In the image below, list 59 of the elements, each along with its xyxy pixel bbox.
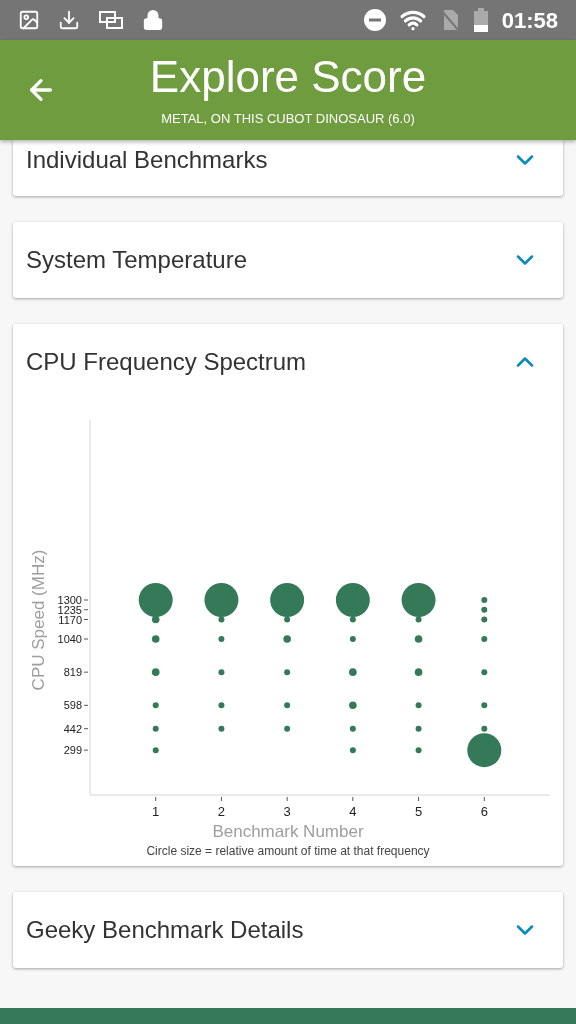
y-tick-label: 598 [63,699,82,712]
x-axis-title: Benchmark Number [212,822,364,841]
data-point [349,725,356,732]
lock-icon [142,9,164,31]
data-point [481,606,488,613]
screen-title: Explore Score [149,51,427,104]
data-point [284,702,291,709]
data-point [152,725,159,732]
data-point [151,668,160,676]
screen-subtitle: METAL, ON THIS CUBOT DINOSAUR (6.0) [161,110,415,129]
data-point [415,702,422,709]
data-point [414,668,423,676]
clock-time: 01:58 [501,6,558,35]
data-point [218,725,225,732]
x-tick-label: 5 [414,804,423,819]
data-point [284,725,291,732]
data-point [349,701,357,710]
x-tick-label: 4 [349,804,357,819]
data-point [284,669,291,676]
data-point [414,635,423,643]
data-point [349,668,357,676]
x-tick-label: 2 [217,804,226,819]
data-point [481,636,488,642]
data-point [152,702,159,709]
x-tick-label: 6 [480,804,488,819]
x-tick-label: 1 [152,804,160,819]
y-tick-label: 299 [63,744,82,757]
data-point [481,702,488,709]
download-icon [58,9,80,31]
data-point [218,702,225,709]
section-title: System Temperature [26,245,247,275]
data-point [481,616,488,623]
image-icon [18,9,40,31]
section-title: Geeky Benchmark Details [26,915,304,945]
do-not-disturb-icon [363,9,386,31]
data-point [283,635,291,643]
x-tick-label: 3 [283,804,291,819]
y-tick-label: 1235 [57,603,82,616]
data-point [415,747,422,754]
battery-icon [473,8,488,32]
chart-caption: Circle size = relative amount of time at that frequency [146,844,430,858]
data-point [151,635,160,643]
y-tick-label: 1040 [57,633,82,645]
data-point [349,636,356,642]
data-point [415,725,422,732]
section-title: Individual Benchmarks [26,145,268,175]
y-axis-title: CPU Speed (MHz) [29,549,48,691]
data-point [218,669,225,676]
y-tick-label: 1170 [58,613,82,626]
y-tick-label: 819 [63,666,82,679]
data-point [349,747,356,754]
y-tick-label: 1300 [57,594,82,606]
section-title: CPU Frequency Spectrum [26,347,307,377]
data-point [218,636,225,642]
windows-icon [98,9,124,31]
data-point [152,747,159,754]
y-tick-label: 442 [63,722,82,735]
data-point [481,597,488,603]
data-point [481,669,488,676]
